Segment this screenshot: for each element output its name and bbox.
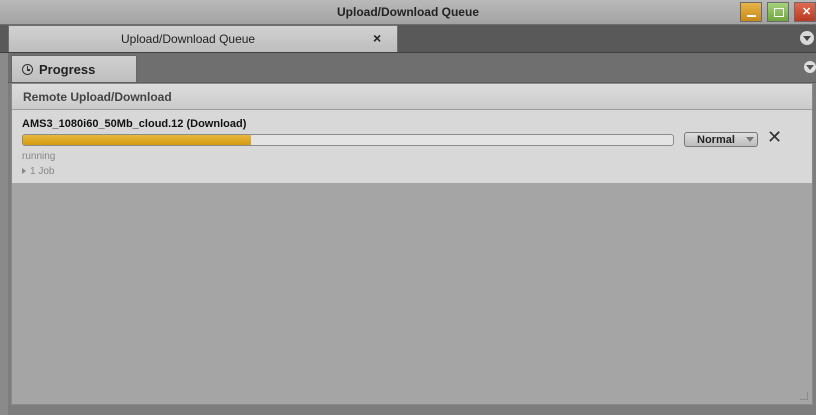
minimize-button[interactable] [740,2,762,22]
window-close-button[interactable]: ✕ [794,2,816,22]
clock-icon [22,64,33,75]
priority-dropdown[interactable]: Normal [684,132,758,147]
job-status: running [22,151,56,162]
priority-value: Normal [697,134,735,146]
tab-progress[interactable]: Progress [11,55,137,82]
job-row: AMS3_1080i60_50Mb_cloud.12 (Download) No… [12,110,812,183]
window-title-bar: Upload/Download Queue ✕ [0,0,816,25]
subtab-menu-icon[interactable] [804,61,816,73]
maximize-button[interactable] [767,2,789,22]
section-title: Remote Upload/Download [23,90,172,104]
document-tab-bar: Upload/Download Queue × [0,25,816,53]
close-icon: ✕ [802,6,812,18]
tab-upload-download-queue[interactable]: Upload/Download Queue × [8,25,398,52]
jobs-expander[interactable]: 1 Job [22,166,54,177]
tab-progress-label: Progress [39,62,96,77]
section-header: Remote Upload/Download [12,84,812,110]
tab-label: Upload/Download Queue [121,32,256,46]
job-name: AMS3_1080i60_50Mb_cloud.12 (Download) [22,118,247,130]
sub-tab-bar: Progress [8,53,816,83]
progress-fill [23,135,251,145]
cancel-job-button[interactable]: ✕ [767,127,782,148]
queue-panel: Remote Upload/Download AMS3_1080i60_50Mb… [11,83,813,405]
resize-grip[interactable] [800,392,808,400]
panel-menu-icon[interactable] [800,31,814,45]
expand-caret-icon [22,168,26,174]
dropdown-arrow-icon [746,137,754,142]
window-title: Upload/Download Queue [336,5,479,19]
jobs-count-label: 1 Job [30,166,55,177]
job-progress-bar [22,134,674,146]
tool-frame: Progress Remote Upload/Download AMS3_108… [8,53,816,415]
tab-close-icon[interactable]: × [373,30,381,46]
